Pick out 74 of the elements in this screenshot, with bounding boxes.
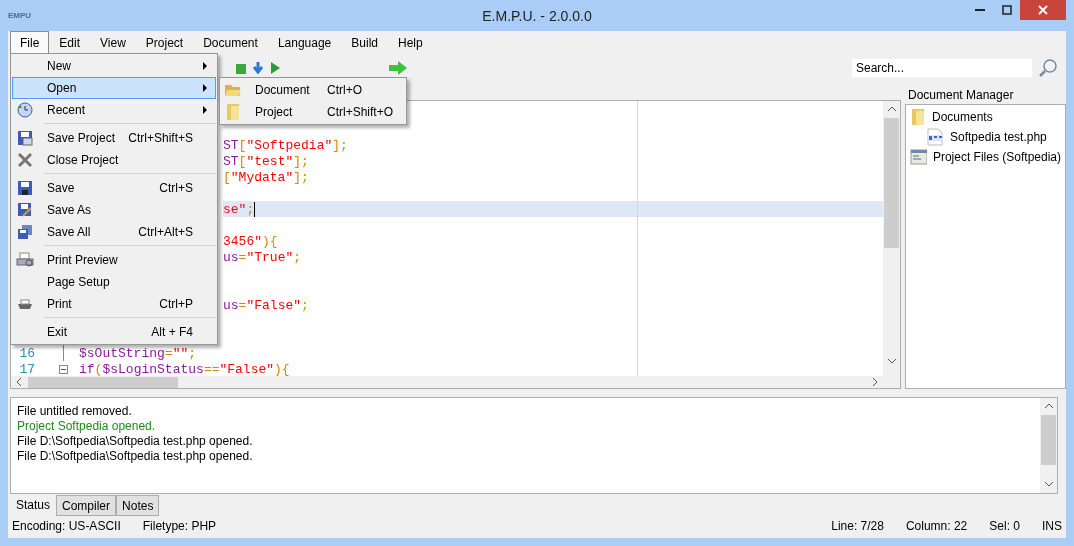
- code-line: ["Mydata"];: [223, 169, 310, 185]
- code-line: ST["Softpedia"];: [223, 137, 349, 153]
- tab[interactable]: Compiler: [56, 495, 117, 516]
- minimize-icon: [975, 9, 985, 11]
- menu-item[interactable]: Exit Alt + F4: [12, 321, 216, 343]
- status-text: Column: 22: [905, 519, 968, 533]
- menu-item[interactable]: Language: [267, 31, 342, 53]
- code-line: us="True";: [223, 249, 303, 265]
- log-line: File D:\Softpedia\Softpedia test.php opened.: [17, 434, 254, 449]
- menu-item[interactable]: Build: [341, 31, 388, 53]
- menu-item[interactable]: Save As: [12, 199, 216, 221]
- app-logo: EMPU: [8, 11, 32, 20]
- status-text: Encoding: US-ASCII: [12, 519, 121, 533]
- status-text: Line: 7/28: [831, 519, 884, 533]
- menu-item[interactable]: New: [12, 55, 216, 77]
- php-file-icon: [926, 128, 944, 146]
- play-icon[interactable]: [268, 60, 282, 76]
- menu-item[interactable]: Open: [12, 77, 216, 99]
- window-icon: [910, 149, 927, 165]
- maximize-icon: [1001, 5, 1012, 15]
- tree-item[interactable]: Project Files (Softpedia): [932, 150, 1061, 164]
- close-button[interactable]: [1020, 0, 1066, 20]
- clock-icon: [17, 102, 33, 118]
- code-line: $sOutString="";: [79, 345, 198, 361]
- open-folder-icon: [224, 82, 242, 98]
- log-line: Project Softpedia opened.: [17, 419, 157, 434]
- menu-item[interactable]: Close Project: [12, 149, 216, 171]
- tree-item[interactable]: Documents: [932, 110, 993, 124]
- status-text: Sel: 0: [989, 519, 1020, 533]
- vertical-scrollbar[interactable]: [1040, 398, 1057, 493]
- folder-icon: [910, 108, 926, 126]
- close-icon: [1038, 5, 1048, 15]
- menu-item[interactable]: Print Preview: [12, 249, 216, 271]
- printer-icon: [16, 252, 34, 268]
- menu-item[interactable]: Document: [193, 31, 268, 53]
- menu-item[interactable]: Document Ctrl+O: [221, 79, 405, 101]
- code-line: us="False";: [223, 297, 310, 313]
- panel-title: Document Manager: [907, 87, 1015, 104]
- line-number: 16: [18, 345, 35, 361]
- menu-item[interactable]: Edit: [49, 31, 91, 53]
- floppy-pencil-icon: [17, 202, 33, 218]
- status-text: Filetype: PHP: [142, 519, 217, 533]
- search-icon[interactable]: [1038, 58, 1058, 78]
- vertical-scrollbar[interactable]: [883, 101, 900, 388]
- menu-item[interactable]: Page Setup: [12, 271, 216, 293]
- code-line: 3456"){: [223, 233, 279, 249]
- menu-item[interactable]: Project: [135, 31, 194, 53]
- tab[interactable]: Notes: [116, 495, 160, 516]
- menu-item[interactable]: View: [90, 31, 136, 53]
- menu-item[interactable]: Print Ctrl+P: [12, 293, 216, 315]
- code-line: if($sLoginStatus=="False"){: [79, 361, 291, 376]
- menu-item[interactable]: Save Ctrl+S: [12, 177, 216, 199]
- horizontal-scrollbar[interactable]: [11, 376, 883, 388]
- log-line: File untitled removed.: [17, 404, 133, 419]
- floppy-stack-icon: [17, 224, 33, 240]
- menu-item[interactable]: Save All Ctrl+Alt+S: [12, 221, 216, 243]
- line-number: 17: [18, 361, 35, 376]
- menu-item[interactable]: Save Project Ctrl+Shift+S: [12, 127, 216, 149]
- search-field[interactable]: Search...: [852, 59, 1032, 77]
- toolbar-icon[interactable]: [250, 60, 266, 76]
- folder-icon: [225, 103, 241, 121]
- status-text: INS: [1042, 519, 1062, 533]
- menu-item[interactable]: Help: [387, 31, 433, 53]
- tree-item[interactable]: Softpedia test.php: [950, 130, 1047, 144]
- menu-item[interactable]: Project Ctrl+Shift+O: [221, 101, 405, 123]
- code-line: ST["test"];: [223, 153, 310, 169]
- fold-toggle-icon[interactable]: [58, 364, 68, 374]
- close-icon: [17, 152, 33, 168]
- window-title: E.M.P.U. - 2.0.0.0: [481, 7, 593, 24]
- text-cursor: [254, 201, 256, 217]
- menu-item[interactable]: File: [10, 31, 50, 53]
- menu-item[interactable]: Recent: [12, 99, 216, 121]
- log-line: File D:\Softpedia\Softpedia test.php opened.: [17, 449, 254, 464]
- printer-icon: [16, 298, 34, 310]
